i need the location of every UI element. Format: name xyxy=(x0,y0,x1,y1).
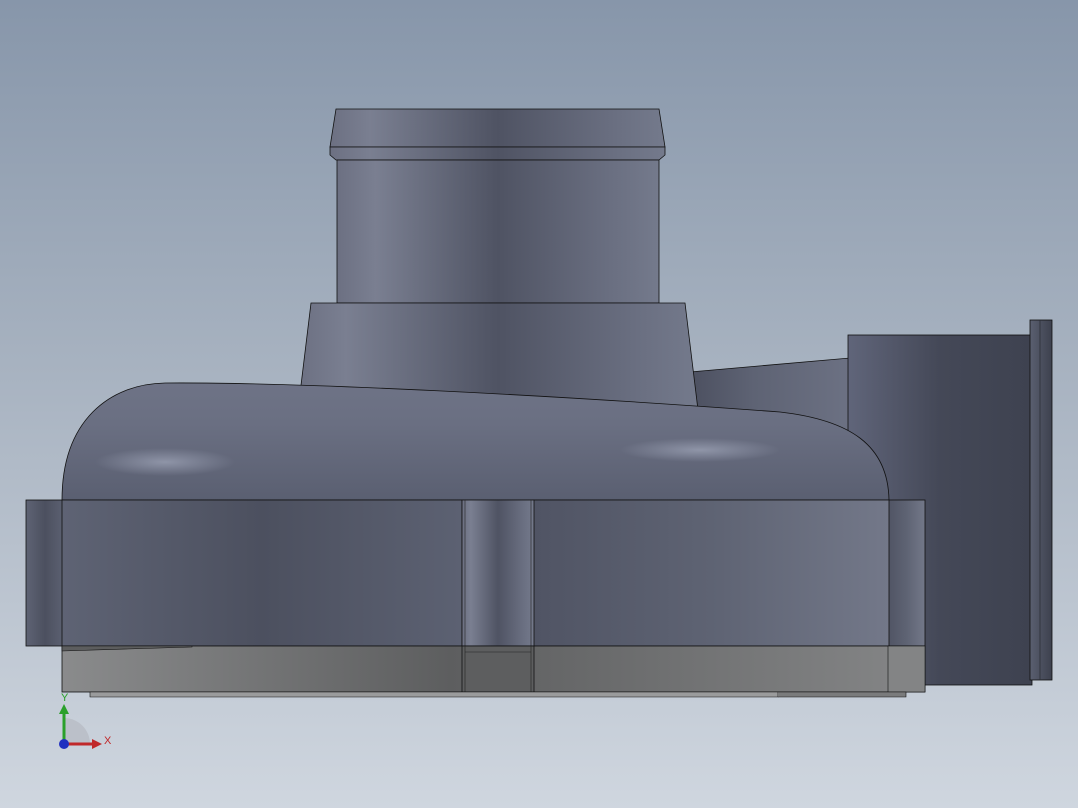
y-axis-arrow-icon xyxy=(59,704,69,714)
left-ear xyxy=(25,499,65,647)
coordinate-triad: X Y xyxy=(59,692,112,749)
center-rib xyxy=(461,499,535,647)
x-axis-label: X xyxy=(104,735,112,747)
inlet-neck xyxy=(336,159,660,304)
right-ear xyxy=(887,499,926,647)
x-axis-arrow-icon xyxy=(92,739,102,749)
y-axis-label: Y xyxy=(61,692,69,704)
inlet-cap xyxy=(329,108,666,161)
model-view[interactable]: X Y xyxy=(0,0,1078,808)
cad-viewport[interactable]: X Y xyxy=(0,0,1078,808)
z-axis-dot-icon xyxy=(59,739,69,749)
outlet-flange xyxy=(1029,319,1053,681)
base-plate xyxy=(61,645,926,698)
